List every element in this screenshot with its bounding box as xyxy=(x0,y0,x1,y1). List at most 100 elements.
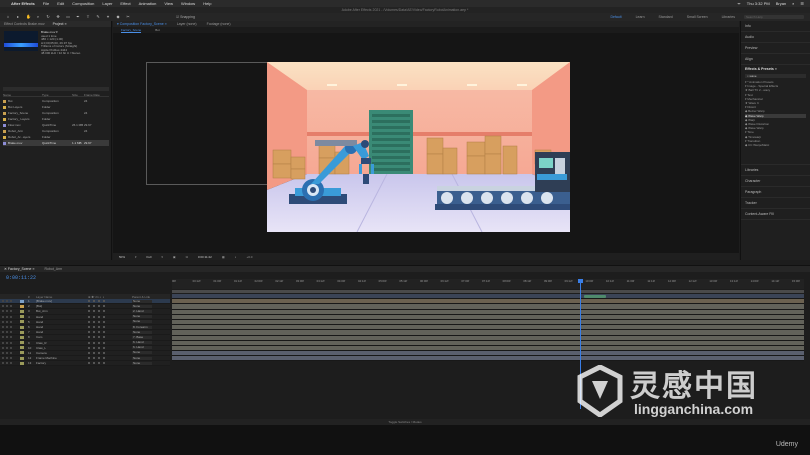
layer-name[interactable]: [Brake.mov] xyxy=(36,299,88,303)
menu-edit[interactable]: Edit xyxy=(57,1,64,6)
menu-help[interactable]: Help xyxy=(203,1,211,6)
layer-label-color[interactable] xyxy=(20,356,24,360)
timeline-timecode[interactable]: 0:00:11:22 xyxy=(6,275,36,281)
chevron-down-icon[interactable]: ▾ xyxy=(161,255,163,259)
snapping-toggle[interactable]: ☑ Snapping xyxy=(176,15,195,19)
tab-project[interactable]: Project ≡ xyxy=(53,22,67,26)
layer-label-color[interactable] xyxy=(20,325,24,329)
layer-av-switches[interactable] xyxy=(0,310,20,313)
layer-label-color[interactable] xyxy=(20,351,24,355)
pen-tool-icon[interactable]: ✒ xyxy=(76,15,80,19)
column-name[interactable]: Name xyxy=(3,93,42,97)
layer-label-color[interactable] xyxy=(20,335,24,339)
search-help-input[interactable]: Search Help xyxy=(744,15,804,19)
layer-name[interactable]: Camera xyxy=(36,351,88,355)
clock[interactable]: Thu 3:32 PM xyxy=(747,1,770,6)
wifi-icon[interactable]: ᯤ xyxy=(737,1,741,7)
parent-dropdown[interactable]: None xyxy=(132,356,152,360)
layer-switches[interactable] xyxy=(88,300,132,303)
layer-name[interactable]: [Bot] xyxy=(36,304,88,308)
hand-tool-icon[interactable]: ✋ xyxy=(26,15,31,19)
parent-dropdown[interactable]: None xyxy=(132,351,152,355)
home-icon[interactable]: ⌂ xyxy=(6,15,10,19)
parent-pick-whip[interactable]: None xyxy=(132,330,162,334)
layer-switches[interactable] xyxy=(88,305,132,308)
panel-character[interactable]: Character xyxy=(741,176,810,187)
workspace-libraries[interactable]: Libraries xyxy=(722,15,735,19)
layer-label-color[interactable] xyxy=(20,341,24,345)
rotate-tool-icon[interactable]: ↻ xyxy=(46,15,50,19)
parent-pick-whip[interactable]: 7. Base xyxy=(132,335,162,339)
layer-name[interactable]: Claw_R xyxy=(36,341,88,345)
layer-name[interactable]: Hand xyxy=(36,320,88,324)
workspace-learn[interactable]: Learn xyxy=(636,15,645,19)
layer-av-switches[interactable] xyxy=(0,320,20,323)
parent-dropdown[interactable]: 7. Base xyxy=(132,335,152,339)
tab-effect-controls[interactable]: Effect Controls Brake.mov xyxy=(4,22,45,26)
parent-dropdown[interactable]: None xyxy=(132,315,152,319)
layer-switches[interactable] xyxy=(88,351,132,354)
work-area-bar[interactable] xyxy=(172,290,804,293)
layer-name[interactable]: Hand xyxy=(36,330,88,334)
column-frame-rate[interactable]: Frame Rate xyxy=(84,93,102,97)
panel-libraries[interactable]: Libraries xyxy=(741,165,810,176)
spotlight-icon[interactable]: ⌕ xyxy=(792,1,794,6)
layer-label-color[interactable] xyxy=(20,346,24,350)
parent-pick-whip[interactable]: None xyxy=(132,356,162,360)
menu-window[interactable]: Window xyxy=(181,1,195,6)
layer-label-color[interactable] xyxy=(20,309,24,313)
menu-after-effects[interactable]: After Effects xyxy=(11,1,35,6)
panel-audio[interactable]: Audio xyxy=(741,32,810,43)
layer-av-switches[interactable] xyxy=(0,331,20,334)
column-layer-name[interactable]: Layer Name xyxy=(36,295,88,299)
tab-layer[interactable]: Layer (none) xyxy=(177,22,197,26)
composition-canvas[interactable] xyxy=(267,62,570,232)
layer-label-color[interactable] xyxy=(20,361,24,365)
workspace-small-screen[interactable]: Small Screen xyxy=(687,15,708,19)
layer-label-color[interactable] xyxy=(20,299,24,303)
column-type[interactable]: Type xyxy=(42,93,72,97)
parent-dropdown[interactable]: None xyxy=(132,304,152,308)
parent-dropdown[interactable]: 6. Hand xyxy=(132,341,152,345)
parent-dropdown[interactable]: None xyxy=(132,361,152,365)
effects-tree-item[interactable]: ◆ CC WarpoMatic xyxy=(745,143,806,147)
parent-dropdown[interactable]: 2. Hand xyxy=(132,309,152,313)
parent-pick-whip[interactable]: 2. Hand xyxy=(132,309,162,313)
layer-switches[interactable] xyxy=(88,357,132,360)
parent-dropdown[interactable]: None xyxy=(132,320,152,324)
breadcrumb-factory-scene[interactable]: Factory_Scene xyxy=(121,28,142,33)
parent-pick-whip[interactable]: 6. Hand xyxy=(132,346,162,350)
menu-file[interactable]: File xyxy=(43,1,49,6)
menu-layer[interactable]: Layer xyxy=(102,1,112,6)
project-search-input[interactable] xyxy=(3,87,109,91)
notification-icon[interactable]: ☰ xyxy=(800,1,804,6)
panel-tracker[interactable]: Tracker xyxy=(741,198,810,209)
menu-animation[interactable]: Animation xyxy=(139,1,157,6)
roto-brush-tool-icon[interactable]: ✂ xyxy=(126,15,130,19)
chevron-down-icon[interactable]: ▾ xyxy=(135,255,137,259)
menu-view[interactable]: View xyxy=(164,1,173,6)
layer-av-switches[interactable] xyxy=(0,300,20,303)
layer-label-color[interactable] xyxy=(20,330,24,334)
column-parent[interactable]: Parent & Link xyxy=(132,295,162,299)
layer-av-switches[interactable] xyxy=(0,357,20,360)
layer-label-color[interactable] xyxy=(20,320,24,324)
pan-behind-tool-icon[interactable]: ✥ xyxy=(56,15,60,19)
effects-search-input[interactable]: ⌕ wave xyxy=(745,74,806,78)
panel-paragraph[interactable]: Paragraph xyxy=(741,187,810,198)
parent-pick-whip[interactable]: None xyxy=(132,304,162,308)
layer-row[interactable]: 13 Factory None xyxy=(0,361,170,367)
breadcrumb-bot[interactable]: Bot xyxy=(155,28,160,32)
tab-robot-arm[interactable]: Robot_Arm xyxy=(44,267,62,271)
tab-factory-scene[interactable]: ✕ Factory_Scene ≡ xyxy=(4,267,34,271)
selection-tool-icon[interactable]: ▸ xyxy=(16,15,20,19)
region-of-interest-icon[interactable]: ▣ xyxy=(173,255,176,259)
parent-pick-whip[interactable]: 6. Hand xyxy=(132,341,162,345)
brush-tool-icon[interactable]: ✎ xyxy=(96,15,100,19)
zoom-tool-icon[interactable]: ⌕ xyxy=(36,15,40,19)
layer-name[interactable]: Hand xyxy=(36,315,88,319)
parent-pick-whip[interactable]: None xyxy=(132,315,162,319)
layer-label-color[interactable] xyxy=(20,315,24,319)
rectangle-tool-icon[interactable]: ▭ xyxy=(66,15,70,19)
column-size[interactable]: Size xyxy=(72,93,84,97)
